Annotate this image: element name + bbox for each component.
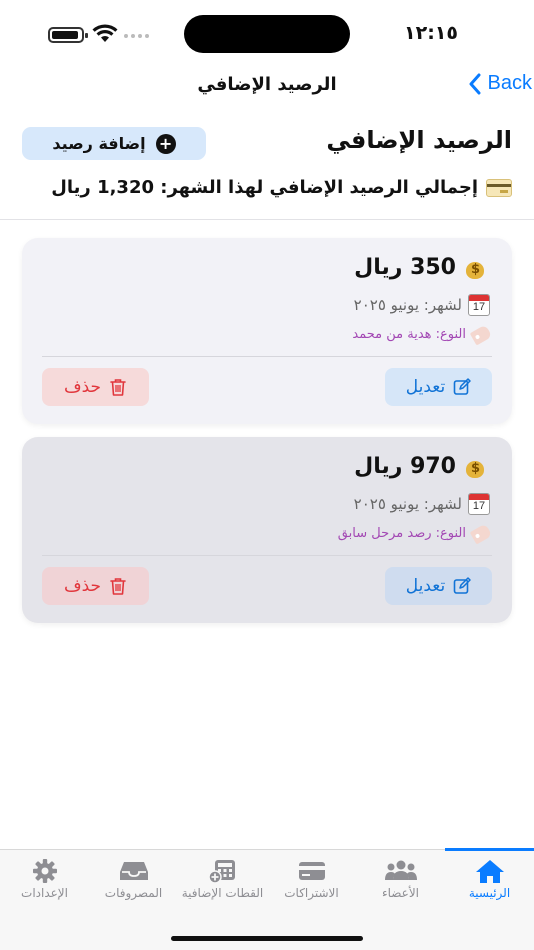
credit-card-icon: [298, 862, 325, 880]
tag-icon: [469, 522, 493, 545]
monthly-total-text: إجمالي الرصيد الإضافي لهذا الشهر: 1,320 …: [51, 177, 478, 198]
card-type: النوع: هدية من محمد: [352, 323, 493, 346]
dynamic-island: [184, 15, 350, 53]
wifi-icon: [92, 24, 118, 42]
edit-label: تعديل: [405, 576, 446, 596]
gear-icon: [32, 859, 57, 883]
tab-subscriptions[interactable]: الاشتراكات: [267, 850, 356, 910]
card-amount: 970 ريال: [354, 454, 486, 479]
plus-circle-icon: +: [155, 133, 176, 154]
header-divider: [0, 219, 534, 220]
home-icon: [475, 860, 504, 883]
tab-extra-installments[interactable]: القطات الإضافية: [178, 850, 267, 910]
money-bag-icon: [464, 455, 486, 479]
tab-label: الاشتراكات: [284, 886, 339, 900]
people-icon: [384, 860, 417, 880]
delete-button[interactable]: حذف: [42, 368, 149, 406]
card-month-text: لشهر: يونيو ٢٠٢٥: [353, 296, 462, 314]
edit-icon: [453, 577, 471, 594]
navigation-bar: الرصيد الإضافي Back: [0, 66, 534, 106]
tab-label: القطات الإضافية: [181, 886, 264, 900]
tab-expenses[interactable]: المصروفات: [89, 850, 178, 910]
cellular-signal-icon: [124, 34, 149, 38]
delete-label: حذف: [63, 377, 102, 397]
edit-icon: [453, 378, 471, 395]
delete-label: حذف: [63, 576, 102, 596]
card-amount-text: 350 ريال: [354, 255, 456, 280]
monthly-total: إجمالي الرصيد الإضافي لهذا الشهر: 1,320 …: [51, 177, 512, 198]
status-time: ١٢:١٥: [404, 22, 458, 44]
status-bar: ١٢:١٥: [0, 0, 534, 66]
tab-bar: الرئيسية الأعضاء الاشتراكات القطات الإضا…: [0, 848, 534, 950]
nav-title: الرصيد الإضافي: [197, 74, 337, 95]
calendar-icon: 17: [468, 493, 490, 515]
credit-card-icon: [486, 178, 512, 197]
back-button[interactable]: Back: [468, 72, 532, 95]
card-amount-text: 970 ريال: [354, 454, 456, 479]
card-month: 17 لشهر: يونيو ٢٠٢٥: [354, 493, 490, 515]
tab-label: الإعدادات: [21, 886, 68, 900]
card-divider: [42, 356, 492, 357]
tab-label: الأعضاء: [381, 886, 420, 900]
card-divider: [42, 555, 492, 556]
card-type-text: النوع: رصد مرحل سابق: [337, 526, 466, 541]
card-month: 17 لشهر: يونيو ٢٠٢٥: [354, 294, 490, 316]
page-title: الرصيد الإضافي: [326, 126, 512, 154]
calendar-icon: 17: [468, 294, 490, 316]
trash-icon: [110, 578, 126, 595]
back-label: Back: [487, 72, 532, 94]
tab-label: الرئيسية: [468, 886, 511, 900]
card-month-text: لشهر: يونيو ٢٠٢٥: [353, 495, 462, 513]
delete-button[interactable]: حذف: [42, 567, 149, 605]
tab-settings[interactable]: الإعدادات: [0, 850, 89, 910]
add-balance-button[interactable]: + إضافة رصيد: [22, 127, 206, 160]
edit-button[interactable]: تعديل: [385, 368, 492, 406]
tab-label: المصروفات: [104, 886, 163, 900]
balance-card: 350 ريال 17 لشهر: يونيو ٢٠٢٥ النوع: هدية…: [22, 238, 512, 424]
add-balance-label: إضافة رصيد: [52, 134, 146, 153]
tray-icon: [119, 862, 148, 880]
calculator-icon: [207, 860, 235, 884]
chevron-left-icon: [469, 73, 481, 94]
card-type-text: النوع: هدية من محمد: [352, 327, 466, 342]
balance-card: 970 ريال 17 لشهر: يونيو ٢٠٢٥ النوع: رصد …: [22, 437, 512, 623]
tag-icon: [469, 323, 493, 346]
tab-members[interactable]: الأعضاء: [356, 850, 445, 910]
money-bag-icon: [464, 256, 486, 280]
edit-button[interactable]: تعديل: [385, 567, 492, 605]
battery-icon: [48, 27, 88, 43]
trash-icon: [110, 379, 126, 396]
home-indicator: [171, 936, 363, 941]
tab-home[interactable]: الرئيسية: [445, 848, 534, 910]
card-type: النوع: رصد مرحل سابق: [337, 522, 493, 545]
card-amount: 350 ريال: [354, 255, 486, 280]
edit-label: تعديل: [405, 377, 446, 397]
